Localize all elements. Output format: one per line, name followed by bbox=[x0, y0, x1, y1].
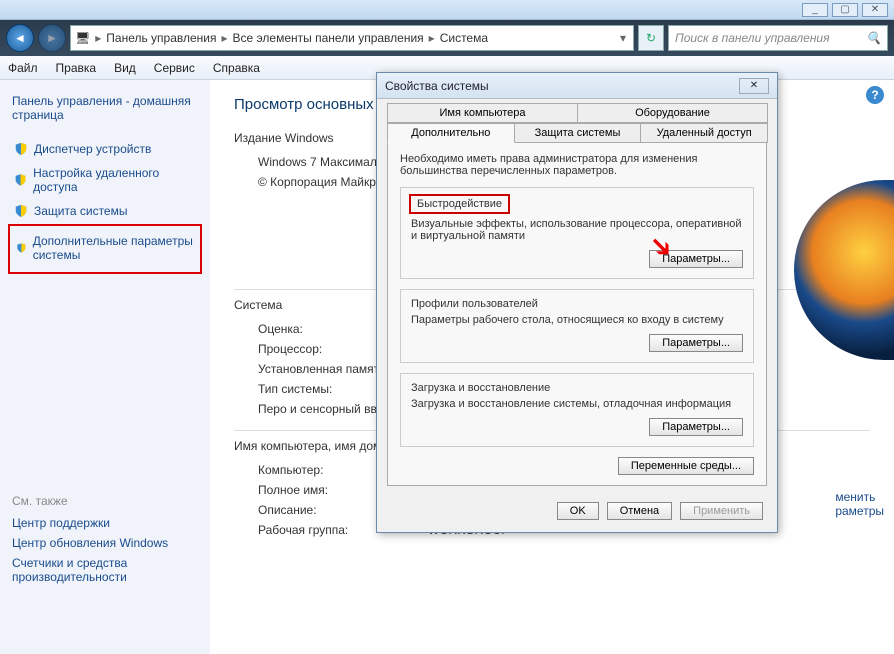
window-titlebar: _ ▢ ✕ bbox=[0, 0, 894, 20]
boot-settings-button[interactable]: Параметры... bbox=[649, 418, 743, 436]
performance-settings-button[interactable]: Параметры... bbox=[649, 250, 743, 268]
help-icon[interactable]: ? bbox=[866, 86, 884, 104]
see-also-title: См. также bbox=[12, 494, 198, 508]
menu-file[interactable]: Файл bbox=[8, 61, 38, 75]
sidebar-item-label: Настройка удаленного доступа bbox=[33, 166, 196, 194]
apply-button[interactable]: Применить bbox=[680, 502, 763, 520]
menu-tools[interactable]: Сервис bbox=[154, 61, 195, 75]
copyright-text: © Корпорация Майкро bbox=[258, 175, 383, 189]
sidebar-item-label: Диспетчер устройств bbox=[34, 142, 151, 156]
profiles-desc: Параметры рабочего стола, относящиеся ко… bbox=[411, 314, 743, 326]
sidebar-item-label: Дополнительные параметры системы bbox=[33, 234, 194, 262]
profiles-settings-button[interactable]: Параметры... bbox=[649, 334, 743, 352]
dialog-title-text: Свойства системы bbox=[385, 79, 489, 93]
computer-icon: 🖥 bbox=[75, 31, 90, 45]
seealso-action-center[interactable]: Центр поддержки bbox=[12, 516, 198, 530]
tab-hardware[interactable]: Оборудование bbox=[577, 103, 768, 123]
search-placeholder: Поиск в панели управления bbox=[675, 31, 830, 45]
seealso-windows-update[interactable]: Центр обновления Windows bbox=[12, 536, 198, 550]
refresh-button[interactable]: ↻ bbox=[638, 25, 664, 51]
forward-button[interactable]: ► bbox=[38, 24, 66, 52]
cancel-button[interactable]: Отмена bbox=[607, 502, 672, 520]
sidebar: Панель управления - домашняя страница Ди… bbox=[0, 80, 210, 654]
shield-icon bbox=[14, 204, 28, 218]
search-input[interactable]: Поиск в панели управления 🔍 bbox=[668, 25, 888, 51]
navigation-bar: ◄ ► 🖥▸ Панель управления▸ Все элементы п… bbox=[0, 20, 894, 56]
sidebar-item-label: Защита системы bbox=[34, 204, 127, 218]
sidebar-item-protection[interactable]: Защита системы bbox=[12, 200, 198, 222]
shield-icon bbox=[16, 241, 27, 255]
menu-help[interactable]: Справка bbox=[213, 61, 260, 75]
sidebar-item-advanced[interactable]: Дополнительные параметры системы bbox=[14, 230, 196, 266]
edition-name: Windows 7 Максимальн bbox=[258, 155, 390, 169]
dialog-tab-body: Необходимо иметь права администратора дл… bbox=[387, 143, 767, 486]
boot-group: Загрузка и восстановление Загрузка и вос… bbox=[400, 373, 754, 447]
boot-title: Загрузка и восстановление bbox=[411, 382, 743, 394]
profiles-group: Профили пользователей Параметры рабочего… bbox=[400, 289, 754, 363]
dialog-titlebar[interactable]: Свойства системы ✕ bbox=[377, 73, 777, 99]
dialog-button-row: OK Отмена Применить bbox=[377, 494, 777, 532]
tab-advanced[interactable]: Дополнительно bbox=[387, 123, 515, 143]
tab-protection[interactable]: Защита системы bbox=[514, 123, 642, 143]
maximize-button[interactable]: ▢ bbox=[832, 3, 858, 17]
tab-computer-name[interactable]: Имя компьютера bbox=[387, 103, 578, 123]
breadcrumb[interactable]: 🖥▸ Панель управления▸ Все элементы панел… bbox=[70, 25, 634, 51]
change-settings-link[interactable]: менить bbox=[835, 490, 884, 504]
shield-icon bbox=[14, 142, 28, 156]
params-link[interactable]: раметры bbox=[835, 504, 884, 518]
performance-desc: Визуальные эффекты, использование процес… bbox=[411, 218, 743, 242]
env-vars-button[interactable]: Переменные среды... bbox=[618, 457, 754, 475]
crumb-all-items[interactable]: Все элементы панели управления bbox=[233, 31, 424, 45]
boot-desc: Загрузка и восстановление системы, отлад… bbox=[411, 398, 743, 410]
shield-icon bbox=[14, 173, 27, 187]
back-button[interactable]: ◄ bbox=[6, 24, 34, 52]
menu-edit[interactable]: Правка bbox=[56, 61, 97, 75]
sidebar-home-link[interactable]: Панель управления - домашняя страница bbox=[12, 94, 198, 122]
dialog-tabs-row1: Имя компьютера Оборудование bbox=[377, 99, 777, 123]
menu-view[interactable]: Вид bbox=[114, 61, 136, 75]
performance-group: Быстродействие Визуальные эффекты, испол… bbox=[400, 187, 754, 279]
dialog-tabs-row2: Дополнительно Защита системы Удаленный д… bbox=[377, 123, 777, 143]
crumb-system[interactable]: Система bbox=[440, 31, 488, 45]
sidebar-item-advanced-highlight: Дополнительные параметры системы bbox=[8, 224, 202, 274]
profiles-title: Профили пользователей bbox=[411, 298, 743, 310]
minimize-button[interactable]: _ bbox=[802, 3, 828, 17]
admin-note: Необходимо иметь права администратора дл… bbox=[400, 153, 754, 177]
seealso-performance[interactable]: Счетчики и средства производительности bbox=[12, 556, 198, 584]
main-right-links: менить раметры bbox=[835, 490, 884, 518]
sidebar-item-device-manager[interactable]: Диспетчер устройств bbox=[12, 138, 198, 160]
search-icon: 🔍 bbox=[866, 31, 881, 45]
system-properties-dialog: Свойства системы ✕ Имя компьютера Оборуд… bbox=[376, 72, 778, 533]
see-also-section: См. также Центр поддержки Центр обновлен… bbox=[12, 494, 198, 584]
dialog-close-button[interactable]: ✕ bbox=[739, 78, 769, 94]
performance-title: Быстродействие bbox=[409, 194, 510, 214]
ok-button[interactable]: OK bbox=[557, 502, 599, 520]
crumb-control-panel[interactable]: Панель управления bbox=[106, 31, 216, 45]
tab-remote[interactable]: Удаленный доступ bbox=[640, 123, 768, 143]
close-button[interactable]: ✕ bbox=[862, 3, 888, 17]
sidebar-item-remote[interactable]: Настройка удаленного доступа bbox=[12, 162, 198, 198]
